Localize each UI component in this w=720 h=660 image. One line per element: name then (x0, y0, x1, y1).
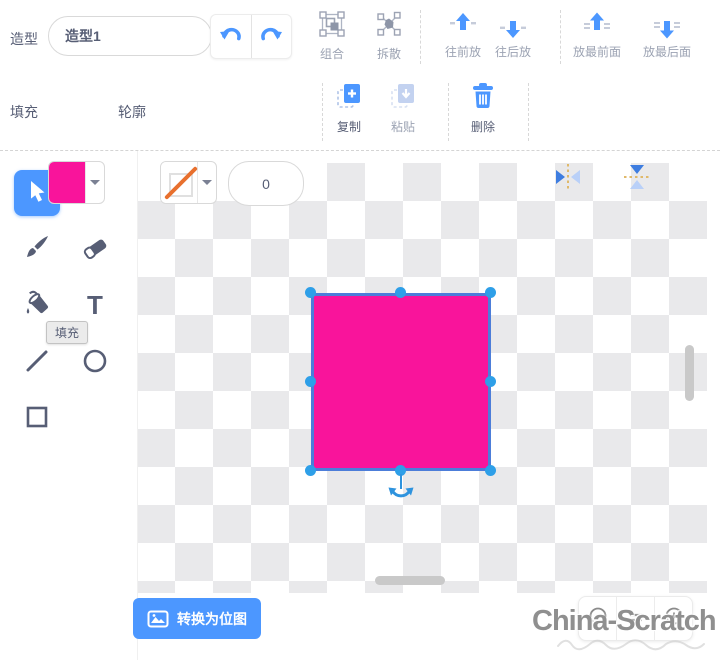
copy-label: 复制 (337, 118, 361, 135)
paste-label: 粘贴 (391, 118, 415, 135)
rotation-handle[interactable] (388, 487, 414, 506)
paste-button[interactable]: 粘贴 (381, 82, 425, 135)
ungroup-label: 拆散 (377, 45, 401, 62)
front-button[interactable]: 放最前面 (566, 11, 628, 60)
selection-handle-n[interactable] (395, 287, 406, 298)
fill-bucket-icon (23, 289, 51, 322)
stroke-width-input[interactable] (228, 161, 304, 206)
toolbar-row-2: 填充 轮廓 (0, 75, 720, 150)
selection-handle-sw[interactable] (305, 465, 316, 476)
paste-icon (390, 82, 416, 115)
back-button[interactable]: 放最后面 (636, 11, 698, 60)
undo-button[interactable] (211, 15, 252, 58)
divider (448, 83, 449, 141)
chevron-down-icon (90, 180, 100, 185)
circle-tool-button[interactable] (72, 340, 118, 386)
copy-button[interactable]: 复制 (327, 82, 371, 135)
paint-toolbar: 造型 (0, 0, 720, 151)
drawing-canvas[interactable] (137, 151, 720, 660)
brush-icon (23, 233, 51, 266)
tool-panel: T 填充 (0, 151, 138, 660)
text-tool-icon: T (87, 292, 103, 318)
forward-icon (449, 11, 477, 40)
group-label: 组合 (320, 45, 344, 62)
signature-watermark (556, 633, 706, 658)
redo-button[interactable] (252, 15, 292, 58)
outline-color-dropdown[interactable] (197, 162, 216, 203)
backward-icon (499, 11, 527, 40)
paint-editor: 造型 (0, 0, 720, 660)
toolbar-row-1: 造型 (0, 0, 720, 75)
undo-icon (219, 24, 243, 49)
horizontal-scrollbar[interactable] (375, 576, 445, 585)
flip-vertical-button[interactable] (619, 161, 655, 197)
back-icon (653, 11, 681, 40)
eraser-tool-button[interactable] (72, 226, 118, 272)
group-button[interactable]: 组合 (306, 11, 358, 62)
front-icon (583, 11, 611, 40)
fill-color-dropdown[interactable] (85, 162, 104, 203)
line-tool-button[interactable] (14, 340, 60, 386)
rectangle-tool-button[interactable] (14, 396, 60, 442)
undo-redo-group (210, 14, 292, 59)
divider (322, 83, 323, 141)
select-cursor-icon (24, 178, 50, 209)
convert-to-bitmap-button[interactable]: 转换为位图 (133, 598, 261, 639)
vertical-scrollbar[interactable] (685, 345, 694, 401)
delete-button[interactable]: 删除 (461, 82, 505, 135)
selected-shape[interactable] (311, 293, 491, 471)
fill-color-picker[interactable] (48, 161, 105, 204)
backward-label: 往后放 (495, 43, 531, 60)
flip-vertical-icon (621, 161, 653, 198)
redo-icon (259, 24, 283, 49)
fill-tool-tooltip: 填充 (46, 321, 88, 344)
group-icon (319, 11, 345, 42)
delete-label: 删除 (471, 118, 495, 135)
selection-handle-e[interactable] (485, 376, 496, 387)
outline-color-swatch[interactable] (161, 162, 197, 203)
costume-name-input[interactable] (48, 16, 212, 56)
outline-label: 轮廓 (118, 102, 146, 122)
rectangle-icon (24, 404, 50, 435)
fill-label: 填充 (10, 102, 38, 122)
outline-color-picker[interactable] (160, 161, 217, 204)
convert-button-label: 转换为位图 (177, 609, 247, 629)
ungroup-button[interactable]: 拆散 (363, 11, 415, 62)
selection-handle-nw[interactable] (305, 287, 316, 298)
circle-icon (82, 348, 108, 379)
divider (560, 10, 561, 64)
front-label: 放最前面 (573, 43, 621, 60)
eraser-icon (81, 233, 109, 266)
back-label: 放最后面 (643, 43, 691, 60)
ungroup-icon (376, 11, 402, 42)
flip-horizontal-icon (552, 161, 584, 198)
selection-handle-ne[interactable] (485, 287, 496, 298)
forward-label: 往前放 (445, 43, 481, 60)
backward-button[interactable]: 往后放 (485, 11, 541, 60)
costume-label: 造型 (10, 29, 38, 49)
trash-icon (471, 82, 495, 115)
forward-button[interactable]: 往前放 (435, 11, 491, 60)
bitmap-image-icon (147, 610, 169, 628)
line-icon (24, 348, 50, 379)
brush-tool-button[interactable] (14, 226, 60, 272)
flip-horizontal-button[interactable] (550, 161, 586, 197)
chevron-down-icon (202, 180, 212, 185)
fill-color-swatch[interactable] (49, 162, 85, 203)
selection-handle-se[interactable] (485, 465, 496, 476)
copy-icon (336, 82, 362, 115)
divider (420, 10, 421, 64)
divider (528, 83, 529, 141)
selection-handle-w[interactable] (305, 376, 316, 387)
